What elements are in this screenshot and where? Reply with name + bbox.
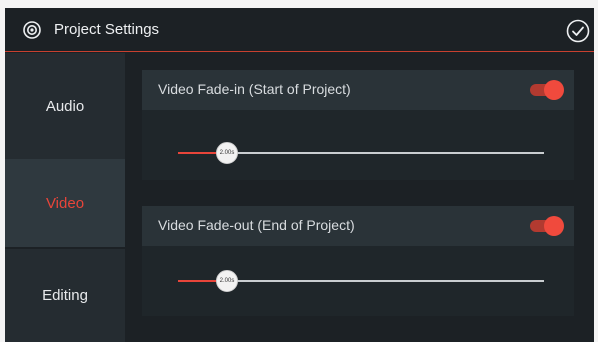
fade-in-slider-panel: 2.00s [142,110,574,180]
project-settings-window: Project Settings Audio Video Editing Vid… [5,8,594,342]
sidebar-item-label: Video [45,194,85,212]
settings-sidebar: Audio Video Editing [5,53,125,342]
check-circle-icon[interactable] [566,19,590,43]
fade-out-label: Video Fade-out (End of Project) [158,217,355,233]
header-bar: Project Settings [5,8,594,52]
fade-out-setting-row: Video Fade-out (End of Project) [142,206,574,246]
fade-out-slider-panel: 2.00s [142,246,574,316]
settings-circle-icon [23,21,41,39]
fade-out-slider[interactable]: 2.00s [178,270,544,292]
sidebar-item-audio[interactable]: Audio [5,53,125,159]
fade-in-setting-row: Video Fade-in (Start of Project) [142,70,574,110]
fade-in-slider[interactable]: 2.00s [178,142,544,164]
sidebar-item-label: Editing [42,287,88,304]
toggle-knob [544,80,564,100]
page-title: Project Settings [54,21,160,38]
sidebar-item-label: Audio [45,97,85,115]
slider-thumb[interactable]: 2.00s [216,270,238,292]
video-settings-panel: Video Fade-in (Start of Project) 2.00s V… [142,53,594,342]
sidebar-item-editing[interactable]: Editing [5,249,125,342]
sidebar-item-video[interactable]: Video [5,159,125,247]
fade-in-toggle[interactable] [530,80,564,100]
toggle-knob [544,216,564,236]
fade-out-toggle[interactable] [530,216,564,236]
fade-in-label: Video Fade-in (Start of Project) [158,81,351,97]
slider-thumb[interactable]: 2.00s [216,142,238,164]
